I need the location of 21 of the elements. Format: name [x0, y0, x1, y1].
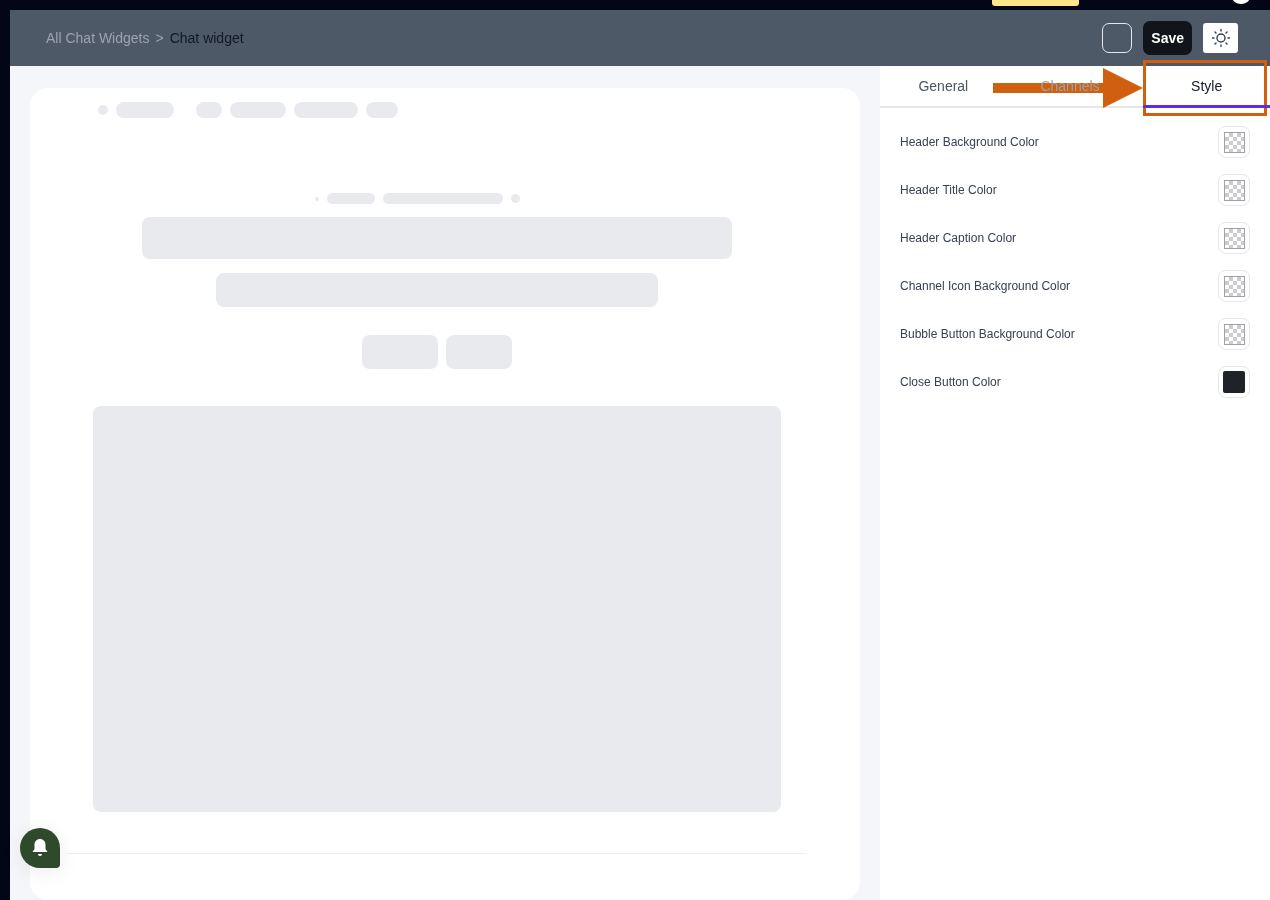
setting-label: Header Background Color — [900, 135, 1039, 149]
empty-button[interactable] — [1102, 23, 1133, 53]
breadcrumb-current: Chat widget — [169, 30, 244, 46]
theme-toggle-button[interactable] — [1203, 23, 1238, 53]
sun-icon — [1210, 28, 1231, 48]
setting-label: Bubble Button Background Color — [900, 327, 1075, 341]
color-swatch[interactable] — [1218, 174, 1250, 206]
save-button[interactable]: Save — [1143, 21, 1192, 55]
tab[interactable]: General — [880, 66, 1007, 108]
color-swatch[interactable] — [1218, 222, 1250, 254]
color-swatch[interactable] — [1218, 126, 1250, 158]
color-swatch[interactable] — [1218, 318, 1250, 350]
color-swatch[interactable] — [1218, 366, 1250, 398]
setting-label: Header Caption Color — [900, 231, 1017, 245]
notification-button[interactable] — [20, 828, 60, 868]
setting-label: Channel Icon Background Color — [900, 279, 1071, 293]
setting-label: Close Button Color — [900, 375, 1001, 389]
setting-label: Header Title Color — [900, 183, 997, 197]
color-swatch[interactable] — [1218, 270, 1250, 302]
tab[interactable]: Style — [1143, 66, 1270, 108]
breadcrumb-separator: > — [155, 30, 164, 46]
